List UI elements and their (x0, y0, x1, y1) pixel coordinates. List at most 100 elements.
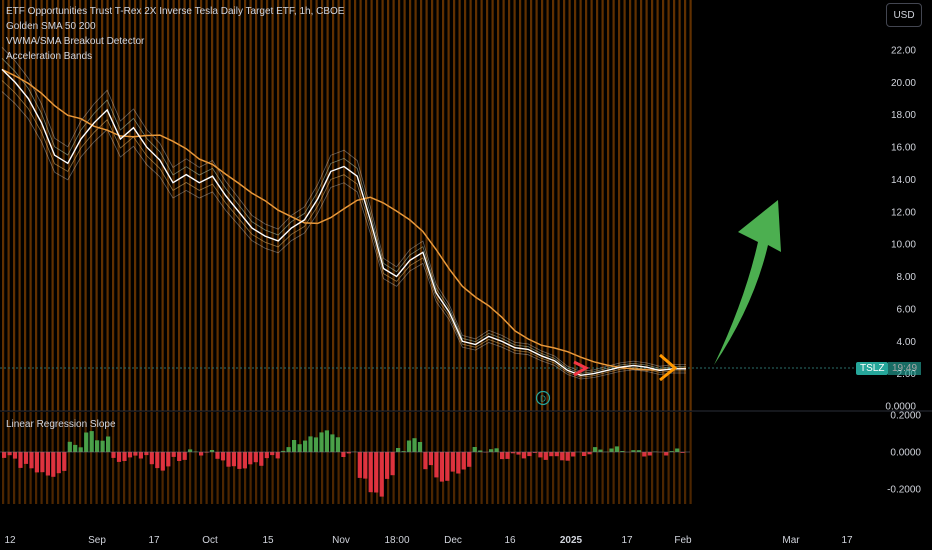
osc-bar (417, 442, 423, 452)
price-tick-label: 6.00 (897, 304, 917, 315)
symbol-title[interactable]: ETF Opportunities Trust T-Rex 2X Inverse… (6, 4, 344, 19)
osc-bar (363, 452, 368, 479)
osc-bar (29, 452, 34, 469)
osc-bar (489, 449, 494, 452)
time-tick-label: Sep (88, 535, 106, 546)
osc-bar (560, 452, 565, 461)
session-stripe (678, 412, 681, 504)
osc-bar (614, 446, 620, 452)
price-tick-label: 10.00 (891, 240, 916, 251)
session-stripe (662, 412, 665, 504)
session-stripe (568, 0, 571, 411)
session-stripe (128, 412, 131, 504)
session-stripe (651, 0, 654, 411)
osc-bar (226, 452, 231, 467)
time-tick-label: 15 (262, 535, 274, 546)
indicator-golden-sma[interactable]: Golden SMA 50 200 (6, 19, 344, 34)
osc-bar (368, 452, 373, 493)
price-tick-label: 22.00 (891, 46, 916, 57)
osc-bar (84, 432, 89, 452)
osc-bar (385, 452, 390, 479)
osc-bar (95, 440, 100, 452)
osc-bar (379, 452, 384, 497)
session-stripe (601, 0, 604, 411)
osc-bar (89, 431, 94, 452)
session-stripe (535, 0, 538, 411)
session-stripe (601, 412, 604, 504)
osc-bar (357, 452, 362, 478)
session-stripe (475, 412, 478, 504)
osc-bar (40, 452, 45, 473)
osc-bar (538, 452, 543, 458)
session-stripe (321, 412, 324, 504)
osc-bar (73, 444, 78, 452)
osc-bar (549, 452, 554, 457)
session-stripe (304, 412, 307, 504)
session-stripe (464, 0, 467, 411)
price-chart[interactable]: D 22.00 20.00 18.00 16.00 14.00 12.00 10.00 8.0… (0, 0, 932, 550)
session-stripe (398, 412, 401, 504)
session-stripe (673, 412, 676, 504)
session-stripe (563, 0, 566, 411)
time-tick-label: Dec (444, 535, 462, 546)
session-stripe (623, 0, 626, 411)
session-stripe (673, 0, 676, 411)
osc-bar (521, 452, 526, 459)
price-tick-label: 4.00 (897, 337, 917, 348)
price-axis[interactable]: 22.00 20.00 18.00 16.00 14.00 12.00 10.00 8.00 6… (885, 46, 921, 496)
time-tick-label: 2025 (560, 535, 583, 546)
session-stripe (629, 0, 632, 411)
oscillator-legend[interactable]: Linear Regression Slope (6, 419, 116, 430)
session-stripe (530, 412, 533, 504)
osc-bar (67, 441, 72, 452)
osc-bar (472, 447, 477, 452)
session-stripe (370, 0, 373, 411)
osc-bar (450, 452, 455, 472)
price-tick-label: 12.00 (891, 207, 916, 218)
osc-bar (664, 452, 669, 456)
time-tick-label: 18:00 (384, 535, 409, 546)
session-stripe (645, 412, 648, 504)
osc-bar (303, 440, 308, 452)
osc-bar (7, 452, 12, 456)
price-tick-label: 16.00 (891, 143, 916, 154)
osc-bar (390, 452, 395, 476)
osc-bar (144, 452, 149, 456)
osc-bar (500, 452, 505, 460)
chart-legend: ETF Opportunities Trust T-Rex 2X Inverse… (6, 4, 344, 64)
osc-bar (275, 452, 280, 459)
session-stripe (640, 412, 643, 504)
time-tick-label: 17 (148, 535, 160, 546)
session-stripe (194, 412, 197, 504)
session-stripe (293, 412, 296, 504)
countdown-tag: 19:49 (888, 362, 922, 375)
osc-bar (106, 436, 111, 452)
osc-bar (554, 452, 559, 457)
session-stripe (530, 0, 533, 411)
time-axis[interactable]: 12 Sep 17 Oct 15 Nov 18:00 Dec 16 2025 17 Feb Mar 17 (4, 535, 853, 546)
indicator-acceleration-bands[interactable]: Acceleration Bands (6, 49, 344, 64)
time-tick-label: Oct (202, 535, 218, 546)
osc-bar (428, 452, 433, 466)
osc-bar (160, 452, 165, 471)
session-stripe (623, 412, 626, 504)
currency-button[interactable]: USD (886, 3, 922, 27)
osc-bar (423, 452, 428, 470)
session-stripe (205, 412, 208, 504)
session-stripe (596, 0, 599, 411)
indicator-vwma-sma[interactable]: VWMA/SMA Breakout Detector (6, 34, 344, 49)
osc-bar (18, 452, 23, 468)
session-stripe (480, 0, 483, 411)
osc-bar (598, 449, 603, 452)
osc-bar (56, 452, 61, 474)
session-stripe (480, 412, 483, 504)
session-stripe (678, 0, 681, 411)
osc-bar (220, 452, 226, 461)
session-stripe (414, 0, 417, 411)
osc-bar (647, 452, 652, 456)
osc-bar (412, 438, 417, 452)
session-stripe (189, 412, 192, 504)
osc-bar (116, 452, 122, 462)
session-stripe (332, 412, 335, 504)
price-tick-label: 18.00 (891, 110, 916, 121)
